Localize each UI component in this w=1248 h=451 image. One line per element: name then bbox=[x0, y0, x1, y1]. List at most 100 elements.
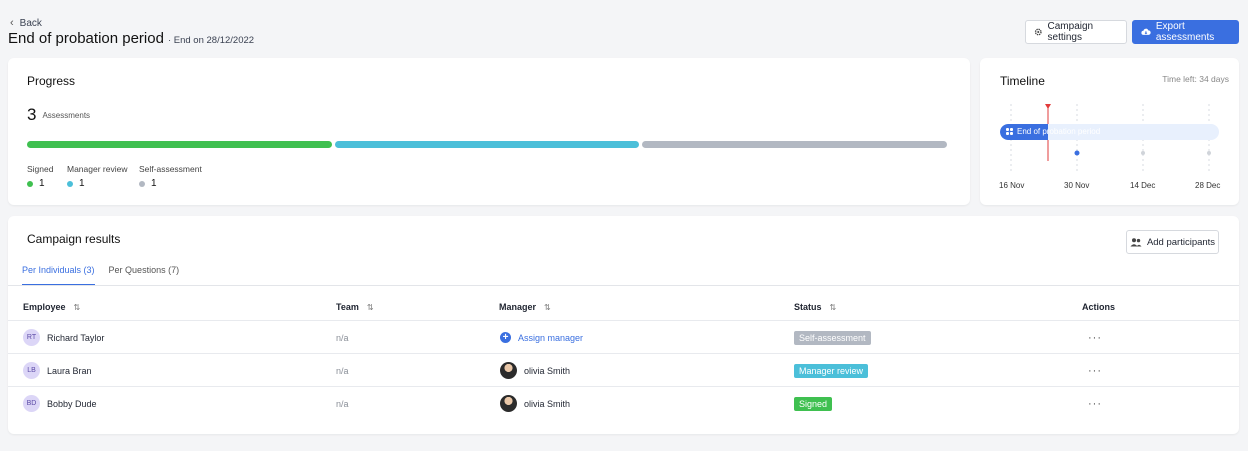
manager-cell: olivia Smith bbox=[500, 387, 570, 420]
back-link[interactable]: ‹ Back bbox=[10, 17, 42, 29]
column-actions-label: Actions bbox=[1082, 302, 1116, 312]
timeline-point-30-nov bbox=[1074, 150, 1080, 156]
manager-name: olivia Smith bbox=[524, 398, 571, 409]
avatar: BD bbox=[23, 395, 40, 412]
column-employee-label: Employee bbox=[23, 302, 66, 312]
progress-bar-self-assessment bbox=[642, 141, 947, 148]
row-actions-button[interactable]: ··· bbox=[1088, 387, 1102, 420]
timeline-card: Timeline Time left: 34 days End of proba… bbox=[980, 58, 1239, 205]
manager-cell: olivia Smith bbox=[500, 354, 570, 387]
team-cell: n/a bbox=[336, 365, 349, 376]
timeline-event-bar[interactable]: End of probation period bbox=[1000, 124, 1219, 140]
page-subtitle: · End on 28/12/2022 bbox=[167, 35, 255, 46]
legend-signed-dot bbox=[27, 180, 33, 187]
employee-name: Laura Bran bbox=[47, 365, 92, 376]
legend-manager-review-dot bbox=[67, 180, 73, 187]
plus-circle-icon: + bbox=[500, 332, 511, 343]
employee-name: Richard Taylor bbox=[47, 332, 105, 343]
tab-per-questions[interactable]: Per Questions (7) bbox=[109, 265, 180, 286]
export-assessments-label: Export assessments bbox=[1155, 21, 1215, 43]
timeline-point-28-dec bbox=[1207, 151, 1211, 155]
sort-icon: ⇅ bbox=[544, 302, 551, 312]
column-manager-label: Manager bbox=[499, 302, 537, 312]
employee-cell: BD Bobby Dude bbox=[23, 387, 97, 420]
progress-bar-manager-review bbox=[334, 141, 640, 148]
legend-manager-review-value: 1 bbox=[79, 178, 85, 189]
assessment-count: 3 Assessments bbox=[27, 105, 90, 125]
row-actions-button[interactable]: ··· bbox=[1088, 354, 1102, 387]
chevron-left-icon: ‹ bbox=[10, 17, 14, 29]
results-tabs: Per Individuals (3) Per Questions (7) bbox=[22, 265, 179, 286]
progress-bar-signed bbox=[27, 141, 332, 148]
column-team[interactable]: Team ⇅ bbox=[336, 302, 374, 312]
timeline-point-14-dec bbox=[1141, 151, 1145, 155]
assessment-count-label: Assessments bbox=[42, 110, 91, 120]
export-assessments-button[interactable]: Export assessments bbox=[1132, 20, 1239, 44]
tab-per-individuals[interactable]: Per Individuals (3) bbox=[22, 265, 95, 286]
today-marker-arrow bbox=[1045, 104, 1051, 109]
back-label: Back bbox=[19, 17, 42, 29]
legend-manager-review-label: Manager review bbox=[67, 164, 128, 174]
sort-icon: ⇅ bbox=[366, 302, 374, 312]
timeline-event-label: End of probation period bbox=[1017, 127, 1101, 136]
legend-self-assessment-value: 1 bbox=[151, 178, 157, 189]
page-title: End of probation period bbox=[8, 30, 164, 47]
employee-cell: LB Laura Bran bbox=[23, 354, 92, 387]
campaign-settings-button[interactable]: Campaign settings bbox=[1025, 20, 1127, 44]
assessment-count-value: 3 bbox=[27, 105, 37, 124]
column-team-label: Team bbox=[336, 302, 359, 312]
manager-name: olivia Smith bbox=[524, 365, 571, 376]
column-employee[interactable]: Employee ⇅ bbox=[23, 302, 80, 312]
timeline-date-label: 16 Nov bbox=[999, 181, 1025, 190]
add-participants-button[interactable]: Add participants bbox=[1126, 230, 1219, 254]
status-badge: Signed bbox=[794, 396, 833, 411]
more-horizontal-icon: ··· bbox=[1088, 364, 1102, 377]
timeline-date-label: 14 Dec bbox=[1130, 181, 1156, 190]
assign-manager-link[interactable]: + Assign manager bbox=[500, 321, 583, 354]
campaign-results-title: Campaign results bbox=[27, 232, 121, 246]
team-cell: n/a bbox=[336, 332, 349, 343]
timeline-date-label: 30 Nov bbox=[1064, 181, 1090, 190]
avatar: LB bbox=[23, 362, 40, 379]
legend-signed-label: Signed bbox=[27, 164, 54, 174]
table-row[interactable]: RT Richard Taylor n/a + Assign manager S… bbox=[8, 320, 1239, 353]
row-actions-button[interactable]: ··· bbox=[1088, 321, 1102, 354]
timeline-date-label: 28 Dec bbox=[1195, 181, 1221, 190]
status-badge: Self-assessment bbox=[794, 330, 871, 345]
team-cell: n/a bbox=[336, 398, 349, 409]
status-cell: Manager review bbox=[794, 354, 869, 387]
table-row[interactable]: LB Laura Bran n/a olivia Smith Manager r… bbox=[8, 353, 1239, 386]
manager-avatar bbox=[500, 395, 517, 412]
campaign-settings-label: Campaign settings bbox=[1047, 21, 1094, 43]
progress-title: Progress bbox=[27, 74, 76, 88]
legend-self-assessment: Self-assessment 1 bbox=[139, 164, 202, 189]
progress-card: Progress 3 Assessments Signed 1 Manager … bbox=[8, 58, 970, 205]
campaign-results-card: Campaign results Add participants Per In… bbox=[8, 216, 1239, 434]
column-status[interactable]: Status ⇅ bbox=[794, 302, 836, 312]
employee-name: Bobby Dude bbox=[47, 398, 97, 409]
legend-signed-value: 1 bbox=[39, 178, 45, 189]
page-title-row: End of probation period · End on 28/12/2… bbox=[8, 30, 254, 47]
sort-icon: ⇅ bbox=[829, 302, 837, 312]
gear-icon bbox=[1034, 28, 1042, 36]
legend-manager-review: Manager review 1 bbox=[67, 164, 127, 189]
column-status-label: Status bbox=[794, 302, 822, 312]
tabs-divider bbox=[8, 285, 1239, 286]
manager-avatar bbox=[500, 362, 517, 379]
table-row[interactable]: BD Bobby Dude n/a olivia Smith Signed ··… bbox=[8, 386, 1239, 419]
status-cell: Self-assessment bbox=[794, 321, 871, 354]
cloud-download-icon bbox=[1141, 28, 1151, 35]
table-header: Employee ⇅ Team ⇅ Manager ⇅ Status ⇅ Actions bbox=[8, 296, 1239, 320]
more-horizontal-icon: ··· bbox=[1088, 397, 1102, 410]
status-cell: Signed bbox=[794, 387, 833, 420]
column-manager[interactable]: Manager ⇅ bbox=[499, 302, 551, 312]
column-actions: Actions bbox=[1082, 302, 1115, 312]
people-icon bbox=[1130, 237, 1142, 246]
legend-signed: Signed 1 bbox=[27, 164, 53, 189]
status-badge: Manager review bbox=[794, 363, 869, 378]
add-participants-label: Add participants bbox=[1146, 236, 1216, 248]
more-horizontal-icon: ··· bbox=[1088, 331, 1102, 344]
employee-cell: RT Richard Taylor bbox=[23, 321, 104, 354]
legend-self-assessment-label: Self-assessment bbox=[139, 164, 202, 174]
apps-icon bbox=[1006, 128, 1013, 135]
